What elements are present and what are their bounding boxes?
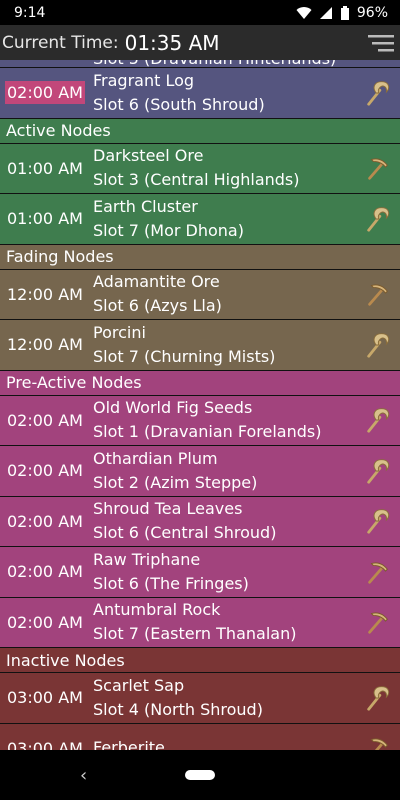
node-slot: Slot 6 (South Shroud) xyxy=(93,94,265,114)
battery-icon xyxy=(340,5,349,20)
status-bar: 9:14 96% xyxy=(0,0,400,25)
node-slot: Slot 3 (Central Highlands) xyxy=(93,170,300,190)
node-name: Shroud Tea Leaves xyxy=(93,499,243,519)
node-slot: Slot 7 (Eastern Thanalan) xyxy=(93,624,297,644)
section-header: Fading Nodes xyxy=(0,244,400,270)
section-header: Pre-Active Nodes xyxy=(0,370,400,396)
node-time: 03:00 AM xyxy=(7,738,83,750)
node-row[interactable]: 12:00 AM Adamantite Ore Slot 6 (Azys Lla) xyxy=(0,269,400,320)
node-time: 12:00 AM xyxy=(7,335,83,355)
sickle-icon xyxy=(358,501,398,541)
node-name: Raw Triphane xyxy=(93,549,201,569)
node-row[interactable]: 02:00 AM Antumbral Rock Slot 7 (Eastern Th… xyxy=(0,597,400,648)
node-time: 01:00 AM xyxy=(7,158,83,178)
node-slot: Slot 7 (Churning Mists) xyxy=(93,346,276,366)
node-slot: Slot 2 (Azim Steppe) xyxy=(93,472,258,492)
node-slot: Slot 6 (Azys Lla) xyxy=(93,296,222,316)
node-time: 12:00 AM xyxy=(7,284,83,304)
pickaxe-icon xyxy=(358,148,398,188)
node-row[interactable]: 12:00 AM Porcini Slot 7 (Churning Mists) xyxy=(0,320,400,371)
node-time: 02:00 AM xyxy=(7,612,83,632)
current-time-value: 01:35 AM xyxy=(124,30,220,55)
node-name: Old World Fig Seeds xyxy=(93,398,253,418)
app-header: Current Time: 01:35 AM xyxy=(0,25,400,60)
node-name: Scarlet Sap xyxy=(93,675,185,695)
node-row[interactable]: 02:00 AM Othardian Plum Slot 2 (Azim Stepp… xyxy=(0,446,400,497)
node-slot: Slot 4 (North Shroud) xyxy=(93,699,263,719)
status-time: 9:14 xyxy=(14,4,46,21)
node-time: 02:00 AM xyxy=(7,511,83,531)
navigation-bar: ‹ xyxy=(0,750,400,800)
node-name: Ferberite xyxy=(93,738,165,750)
node-time: 02:00 AM xyxy=(7,461,83,481)
node-time xyxy=(5,60,9,63)
sickle-icon xyxy=(358,678,398,718)
node-name: Antumbral Rock xyxy=(93,600,221,620)
node-name: Porcini xyxy=(93,322,146,342)
node-row[interactable]: 03:00 AM Scarlet Sap Slot 4 (North Shroud) xyxy=(0,673,400,724)
node-row[interactable]: 02:00 AM Fragrant Log Slot 6 (South Shroud… xyxy=(0,68,400,119)
node-time: 02:00 AM xyxy=(7,562,83,582)
node-row[interactable]: 02:00 AM Old World Fig Seeds Slot 1 (Drava… xyxy=(0,395,400,446)
node-time: 02:00 AM xyxy=(7,410,83,430)
node-row[interactable]: 01:00 AM Earth Cluster Slot 7 (Mor Dhona) xyxy=(0,194,400,245)
node-name: Othardian Plum xyxy=(93,448,218,468)
node-row[interactable]: Slot 5 (Dravanian Hinterlands) xyxy=(0,60,400,68)
home-button[interactable] xyxy=(185,770,215,780)
current-time-label: Current Time: xyxy=(2,32,119,53)
node-name: Earth Cluster xyxy=(93,196,198,216)
node-time: 02:00 AM xyxy=(5,81,85,105)
node-time: 01:00 AM xyxy=(7,209,83,229)
sickle-icon xyxy=(358,451,398,491)
wifi-icon xyxy=(296,6,312,19)
node-name: Fragrant Log xyxy=(93,70,195,90)
node-name: Adamantite Ore xyxy=(93,272,220,292)
node-slot: Slot 6 (The Fringes) xyxy=(93,573,249,593)
back-button[interactable]: ‹ xyxy=(80,765,87,786)
signal-icon xyxy=(319,6,332,19)
node-slot: Slot 1 (Dravanian Forelands) xyxy=(93,422,322,442)
node-row[interactable]: 02:00 AM Shroud Tea Leaves Slot 6 (Central… xyxy=(0,496,400,547)
node-row[interactable]: 03:00 AM Ferberite xyxy=(0,723,400,750)
pickaxe-icon xyxy=(358,602,398,642)
sickle-icon xyxy=(358,73,398,113)
sickle-icon xyxy=(358,325,398,365)
node-time: 03:00 AM xyxy=(7,688,83,708)
node-row[interactable]: 01:00 AM Darksteel Ore Slot 3 (Central Hig… xyxy=(0,143,400,194)
sort-menu-icon[interactable] xyxy=(366,31,396,55)
sickle-icon xyxy=(358,400,398,440)
node-row[interactable]: 02:00 AM Raw Triphane Slot 6 (The Fringes) xyxy=(0,547,400,598)
node-name: Slot 5 (Dravanian Hinterlands) xyxy=(93,60,358,67)
pickaxe-icon xyxy=(358,274,398,314)
node-name: Darksteel Ore xyxy=(93,146,204,166)
node-list[interactable]: Slot 5 (Dravanian Hinterlands) 02:00 AM Fr… xyxy=(0,60,400,750)
pickaxe-icon xyxy=(358,728,398,750)
battery-percent: 96% xyxy=(356,4,388,21)
sickle-icon xyxy=(358,199,398,239)
node-slot: Slot 7 (Mor Dhona) xyxy=(93,220,244,240)
pickaxe-icon xyxy=(358,552,398,592)
section-header: Active Nodes xyxy=(0,118,400,144)
section-header: Inactive Nodes xyxy=(0,648,400,673)
node-slot: Slot 6 (Central Shroud) xyxy=(93,523,277,543)
